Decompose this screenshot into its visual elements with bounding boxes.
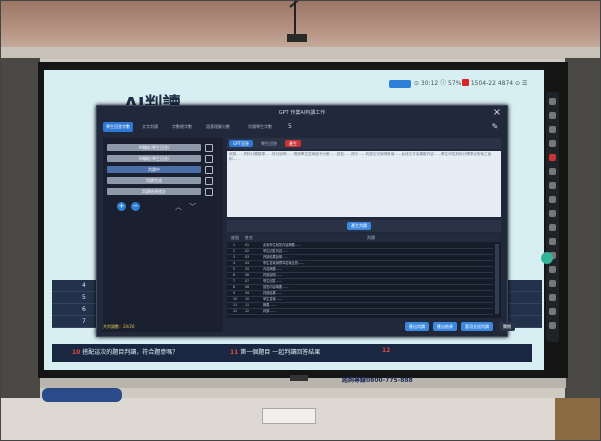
photo-border (0, 0, 601, 441)
